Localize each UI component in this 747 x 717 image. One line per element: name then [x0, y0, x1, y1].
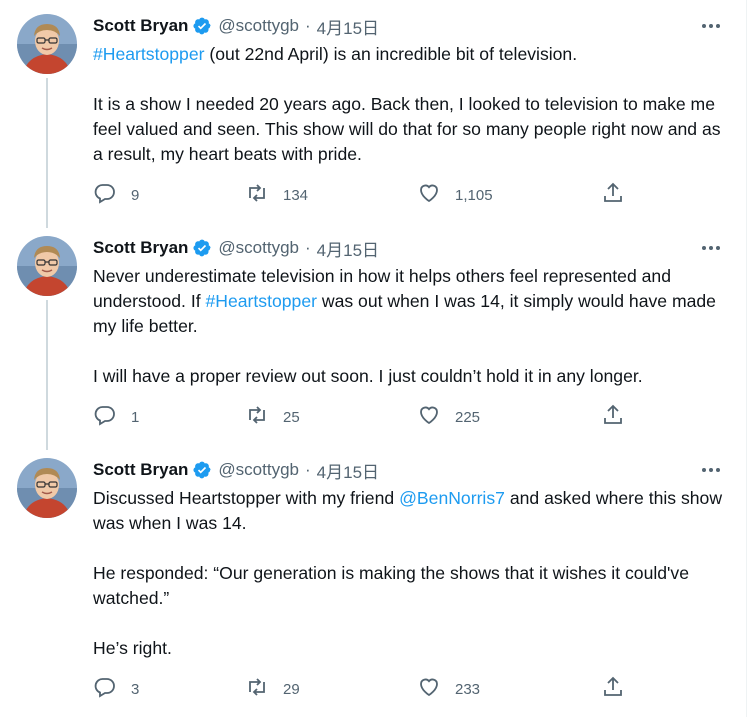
heart-icon: [417, 403, 441, 431]
mention-link[interactable]: @BenNorris7: [399, 488, 505, 508]
verified-badge-icon: [192, 16, 212, 36]
tweet-paragraph: Never underestimate television in how it…: [93, 266, 716, 336]
share-button[interactable]: [601, 181, 625, 209]
author-name[interactable]: Scott Bryan: [93, 16, 188, 36]
reply-icon: [93, 181, 117, 209]
tweet-date[interactable]: 4月15日: [317, 458, 379, 483]
tweet-header: Scott Bryan @scottygb · 4月15日: [93, 236, 379, 260]
like-button[interactable]: 233: [417, 677, 480, 701]
avatar[interactable]: [17, 458, 77, 518]
share-button[interactable]: [601, 403, 625, 431]
reply-icon: [93, 675, 117, 703]
tweet-text: Discussed Heartstopper with my friend @B…: [93, 486, 733, 661]
avatar[interactable]: [17, 14, 77, 74]
tweet-paragraph: #Heartstopper (out 22nd April) is an inc…: [93, 44, 578, 64]
author-handle[interactable]: @scottygb: [218, 460, 299, 480]
retweet-button[interactable]: 134: [245, 183, 308, 207]
tweet-text: #Heartstopper (out 22nd April) is an inc…: [93, 42, 733, 167]
heart-icon: [417, 675, 441, 703]
author-name[interactable]: Scott Bryan: [93, 238, 188, 258]
reply-button[interactable]: 3: [93, 677, 139, 701]
retweet-count: 134: [283, 186, 309, 204]
retweet-icon: [245, 181, 269, 209]
reply-button[interactable]: 9: [93, 183, 139, 207]
tweet-thread: Scott Bryan @scottygb · 4月15日 #Heartstop…: [0, 0, 747, 717]
verified-badge-icon: [192, 238, 212, 258]
avatar[interactable]: [17, 236, 77, 296]
reply-count: 3: [131, 680, 140, 698]
tweet-paragraph: He’s right.: [93, 638, 172, 658]
share-icon: [601, 403, 625, 431]
tweet[interactable]: Scott Bryan @scottygb · 4月15日 #Heartstop…: [0, 14, 747, 224]
tweet-actions: 1 25 225: [93, 403, 653, 431]
tweet-paragraph: Discussed Heartstopper with my friend @B…: [93, 488, 723, 533]
tweet-date[interactable]: 4月15日: [317, 14, 379, 39]
hashtag-link[interactable]: #Heartstopper: [93, 44, 205, 64]
retweet-icon: [245, 403, 269, 431]
more-options-icon[interactable]: [699, 16, 723, 36]
reply-button[interactable]: 1: [93, 405, 139, 429]
like-count: 233: [455, 680, 481, 698]
like-button[interactable]: 1,105: [417, 183, 493, 207]
author-name[interactable]: Scott Bryan: [93, 460, 188, 480]
tweet-paragraph: He responded: “Our generation is making …: [93, 563, 689, 608]
share-icon: [601, 675, 625, 703]
hashtag-link[interactable]: #Heartstopper: [205, 291, 317, 311]
retweet-icon: [245, 675, 269, 703]
verified-badge-icon: [192, 460, 212, 480]
tweet-actions: 9 134 1,105: [93, 181, 653, 209]
like-count: 225: [455, 408, 481, 426]
like-button[interactable]: 225: [417, 405, 480, 429]
tweet-header: Scott Bryan @scottygb · 4月15日: [93, 14, 379, 38]
reply-count: 1: [131, 408, 140, 426]
more-options-icon[interactable]: [699, 238, 723, 258]
retweet-count: 25: [283, 408, 300, 426]
author-handle[interactable]: @scottygb: [218, 238, 299, 258]
share-icon: [601, 181, 625, 209]
heart-icon: [417, 181, 441, 209]
tweet-date[interactable]: 4月15日: [317, 236, 379, 261]
separator-dot: ·: [305, 16, 311, 35]
retweet-button[interactable]: 29: [245, 677, 300, 701]
more-options-icon[interactable]: [699, 460, 723, 480]
author-handle[interactable]: @scottygb: [218, 16, 299, 36]
tweet-paragraph: It is a show I needed 20 years ago. Back…: [93, 94, 721, 164]
like-count: 1,105: [455, 186, 493, 204]
tweet-actions: 3 29 233: [93, 675, 653, 703]
tweet-text: Never underestimate television in how it…: [93, 264, 733, 389]
reply-icon: [93, 403, 117, 431]
reply-count: 9: [131, 186, 140, 204]
tweet-paragraph: I will have a proper review out soon. I …: [93, 366, 643, 386]
tweet[interactable]: Scott Bryan @scottygb · 4月15日 Never unde…: [0, 236, 747, 446]
tweet[interactable]: Scott Bryan @scottygb · 4月15日 Discussed …: [0, 458, 747, 708]
separator-dot: ·: [305, 460, 311, 479]
share-button[interactable]: [601, 675, 625, 703]
retweet-button[interactable]: 25: [245, 405, 300, 429]
retweet-count: 29: [283, 680, 300, 698]
separator-dot: ·: [305, 238, 311, 257]
tweet-header: Scott Bryan @scottygb · 4月15日: [93, 458, 379, 482]
